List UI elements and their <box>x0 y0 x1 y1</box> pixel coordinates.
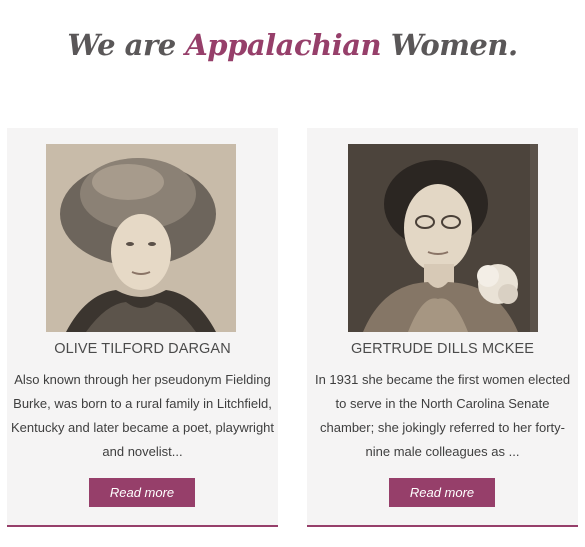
heading-suffix: Women. <box>390 28 518 62</box>
profile-name: OLIVE TILFORD DARGAN <box>54 341 231 357</box>
read-more-button[interactable]: Read more <box>389 478 495 507</box>
profile-bio: In 1931 she became the first women elect… <box>314 372 571 459</box>
portrait-photo <box>46 144 236 332</box>
profile-card-gertrude-mckee: GERTRUDE DILLS MCKEE In 1931 she became … <box>307 128 578 527</box>
profile-name: GERTRUDE DILLS MCKEE <box>350 341 535 357</box>
page-heading: We are Appalachian Women. <box>0 28 585 62</box>
profile-card-olive-dargan: OLIVE TILFORD DARGAN Also known through … <box>7 128 278 527</box>
heading-accent: Appalachian <box>185 28 382 62</box>
portrait-photo <box>348 144 538 332</box>
portrait-photo-image <box>348 144 538 332</box>
read-more-button[interactable]: Read more <box>89 478 195 507</box>
profile-bio: Also known through her pseudonym Fieldin… <box>10 372 275 459</box>
portrait-photo-image <box>46 144 236 332</box>
heading-prefix: We are <box>67 28 176 62</box>
